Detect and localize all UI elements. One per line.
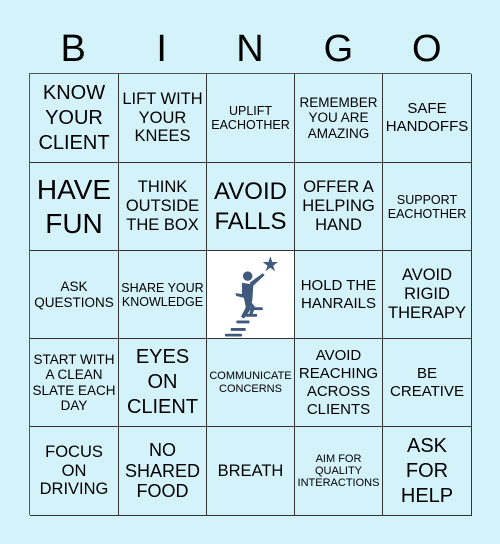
cell-text: EYES ON CLIENT bbox=[126, 346, 199, 418]
cell-text: BREATH bbox=[217, 461, 284, 480]
bingo-cell[interactable]: START WITH A CLEAN SLATE EACH DAY bbox=[30, 339, 119, 427]
cell-text: REMEMBER YOU ARE AMAZING bbox=[299, 95, 378, 141]
cell-text: KNOW YOUR CLIENT bbox=[38, 81, 110, 154]
bingo-cell[interactable]: KNOW YOUR CLIENT bbox=[30, 74, 119, 163]
cell-text: HAVE FUN bbox=[36, 173, 112, 239]
cell-text: COMMUNICATE CONCERNS bbox=[209, 370, 292, 395]
cell-text: OFFER A HELPING HAND bbox=[302, 178, 375, 234]
cell-text: ASK QUESTIONS bbox=[34, 279, 114, 310]
bingo-cell[interactable]: REMEMBER YOU ARE AMAZING bbox=[295, 74, 383, 163]
bingo-cell[interactable]: AVOID RIGID THERAPY bbox=[383, 251, 472, 339]
bingo-cell[interactable]: COMMUNICATE CONCERNS bbox=[207, 339, 295, 427]
cell-text: HOLD THE HANRAILS bbox=[300, 276, 377, 312]
bingo-cell[interactable]: SUPPORT EACHOTHER bbox=[383, 163, 472, 251]
header-letter-o: O bbox=[412, 28, 442, 70]
bingo-cell[interactable]: THINK OUTSIDE THE BOX bbox=[119, 163, 207, 251]
bingo-cell[interactable]: HAVE FUN bbox=[30, 163, 119, 251]
header-letter-g: G bbox=[323, 28, 354, 70]
bingo-cell[interactable]: BREATH bbox=[207, 427, 295, 516]
cell-text: AVOID FALLS bbox=[214, 177, 287, 235]
bingo-cell[interactable]: AIM FOR QUALITY INTERACTIONS bbox=[295, 427, 383, 516]
cell-text: AVOID RIGID THERAPY bbox=[388, 266, 466, 322]
cell-text: SAFE HANDOFFS bbox=[385, 100, 469, 135]
cell-text: AIM FOR QUALITY INTERACTIONS bbox=[297, 452, 380, 490]
bingo-cell[interactable]: ASK QUESTIONS bbox=[30, 251, 119, 339]
bingo-cell[interactable]: AVOID FALLS bbox=[207, 163, 295, 251]
bingo-cell[interactable]: NO SHARED FOOD bbox=[119, 427, 207, 516]
bingo-cell[interactable]: FOCUS ON DRIVING bbox=[30, 427, 119, 516]
bingo-board: KNOW YOUR CLIENT LIFT WITH YOUR KNEES UP… bbox=[29, 73, 472, 516]
bingo-cell[interactable]: OFFER A HELPING HAND bbox=[295, 163, 383, 251]
free-space[interactable] bbox=[207, 251, 295, 339]
cell-text: ASK FOR HELP bbox=[400, 434, 454, 507]
bingo-cell[interactable]: HOLD THE HANRAILS bbox=[295, 251, 383, 339]
cell-text: SUPPORT EACHOTHER bbox=[387, 192, 467, 221]
bingo-header: B I N G O bbox=[29, 26, 471, 72]
bingo-cell[interactable]: SAFE HANDOFFS bbox=[383, 74, 472, 163]
bingo-cell[interactable]: EYES ON CLIENT bbox=[119, 339, 207, 427]
header-letter-b: B bbox=[60, 28, 86, 70]
cell-text: SHARE YOUR KNOWLEDGE bbox=[121, 280, 204, 309]
cell-text: UPLIFT EACHOTHER bbox=[211, 104, 290, 132]
person-climbing-stairs-to-star-icon bbox=[225, 255, 278, 337]
bingo-cell[interactable]: LIFT WITH YOUR KNEES bbox=[119, 74, 207, 163]
cell-text: AVOID REACHING ACROSS CLIENTS bbox=[298, 346, 379, 418]
cell-text: BE CREATIVE bbox=[390, 364, 464, 400]
cell-text: FOCUS ON DRIVING bbox=[39, 442, 109, 499]
bingo-cell[interactable]: ASK FOR HELP bbox=[383, 427, 472, 516]
cell-text: THINK OUTSIDE THE BOX bbox=[125, 178, 200, 234]
bingo-cell[interactable]: AVOID REACHING ACROSS CLIENTS bbox=[295, 339, 383, 427]
bingo-cell[interactable]: SHARE YOUR KNOWLEDGE bbox=[119, 251, 207, 339]
header-letter-i: I bbox=[156, 28, 167, 70]
cell-text: LIFT WITH YOUR KNEES bbox=[122, 89, 203, 146]
header-letter-n: N bbox=[236, 28, 264, 70]
cell-text: START WITH A CLEAN SLATE EACH DAY bbox=[32, 352, 116, 413]
bingo-cell[interactable]: UPLIFT EACHOTHER bbox=[207, 74, 295, 163]
cell-text: NO SHARED FOOD bbox=[124, 439, 200, 502]
bingo-cell[interactable]: BE CREATIVE bbox=[383, 339, 472, 427]
